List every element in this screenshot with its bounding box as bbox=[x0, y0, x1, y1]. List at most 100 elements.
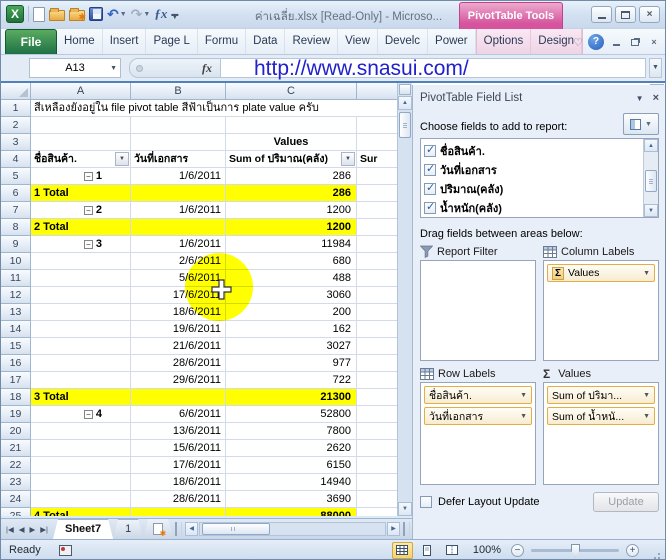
date-cell[interactable]: 18/6/2011 bbox=[131, 304, 226, 321]
row-header[interactable]: 21 bbox=[1, 440, 31, 457]
row-header[interactable]: 20 bbox=[1, 423, 31, 440]
next-sheet-icon[interactable]: ▶ bbox=[28, 523, 38, 536]
field-pill[interactable]: ชื่อสินค้า.▼ bbox=[424, 386, 532, 404]
restore-button[interactable] bbox=[615, 6, 636, 23]
row-header[interactable]: 11 bbox=[1, 270, 31, 287]
cell[interactable] bbox=[357, 253, 397, 270]
pivot-header-date[interactable]: วันที่เอกสาร▼ bbox=[131, 151, 226, 168]
date-cell[interactable]: 1/6/2011 bbox=[131, 236, 226, 253]
qty-cell[interactable]: 722 bbox=[226, 372, 357, 389]
qty-cell[interactable]: 1200 bbox=[226, 202, 357, 219]
customize-qat-icon[interactable]: ▬▼ bbox=[171, 10, 178, 19]
row-header[interactable]: 4 bbox=[1, 151, 31, 168]
close-button[interactable]: × bbox=[639, 6, 660, 23]
date-cell[interactable]: 28/6/2011 bbox=[131, 355, 226, 372]
item-cell[interactable]: − bbox=[31, 253, 131, 270]
cell[interactable] bbox=[357, 219, 397, 236]
qty-cell[interactable]: 52800 bbox=[226, 406, 357, 423]
column-header-c[interactable]: C bbox=[226, 83, 357, 100]
qty-cell[interactable]: 680 bbox=[226, 253, 357, 270]
qty-cell[interactable]: 7800 bbox=[226, 423, 357, 440]
date-cell[interactable]: 19/6/2011 bbox=[131, 321, 226, 338]
date-cell[interactable]: 21/6/2011 bbox=[131, 338, 226, 355]
split-handle[interactable] bbox=[399, 84, 411, 95]
undo-icon[interactable]: ↶▼ bbox=[107, 5, 127, 23]
ribbon-tab[interactable]: Data bbox=[246, 29, 285, 54]
row-header[interactable]: 17 bbox=[1, 372, 31, 389]
pane-menu-icon[interactable]: ▼ bbox=[636, 94, 644, 103]
cell[interactable] bbox=[357, 423, 397, 440]
qty-cell[interactable]: 200 bbox=[226, 304, 357, 321]
row-header[interactable]: 25 bbox=[1, 508, 31, 516]
tab-splitter[interactable] bbox=[403, 522, 410, 536]
row-header[interactable]: 5 bbox=[1, 168, 31, 185]
expand-formula-bar-icon[interactable]: ▼ bbox=[649, 58, 662, 78]
cell[interactable] bbox=[357, 355, 397, 372]
scroll-down-icon[interactable]: ▼ bbox=[398, 502, 412, 516]
row-header[interactable]: 18 bbox=[1, 389, 31, 406]
pivot-header-sum-qty[interactable]: Sum of ปริมาณ(คลัง)▼ bbox=[226, 151, 357, 168]
field-item[interactable]: วันที่เอกสาร bbox=[424, 160, 643, 179]
item-cell[interactable]: − bbox=[31, 321, 131, 338]
sheet-tab[interactable]: 1 bbox=[113, 519, 143, 539]
item-cell[interactable]: −1 bbox=[31, 168, 131, 185]
column-header-a[interactable]: A bbox=[31, 83, 131, 100]
pivot-header-product[interactable]: ชื่อสินค้า.▼ bbox=[31, 151, 131, 168]
date-cell[interactable]: 1/6/2011 bbox=[131, 202, 226, 219]
item-cell[interactable]: −3 bbox=[31, 236, 131, 253]
favorite-heart-icon[interactable]: ♡ bbox=[573, 36, 583, 49]
save-icon[interactable] bbox=[89, 5, 103, 23]
scroll-down-icon[interactable]: ▼ bbox=[644, 204, 658, 217]
field-list-layout-button[interactable]: ▼ bbox=[623, 113, 659, 135]
qty-cell[interactable]: 14940 bbox=[226, 474, 357, 491]
date-cell[interactable]: 15/6/2011 bbox=[131, 440, 226, 457]
open-folder-image-icon[interactable]: ✱ bbox=[69, 5, 85, 23]
row-header[interactable]: 15 bbox=[1, 338, 31, 355]
record-macro-button[interactable] bbox=[55, 542, 77, 558]
row-header[interactable]: 14 bbox=[1, 321, 31, 338]
zoom-slider-thumb[interactable] bbox=[571, 544, 580, 557]
workbook-close-icon[interactable]: × bbox=[647, 36, 661, 49]
date-cell[interactable] bbox=[131, 219, 226, 236]
column-header-b[interactable]: B bbox=[131, 83, 226, 100]
cell[interactable] bbox=[357, 134, 397, 151]
cell[interactable] bbox=[357, 270, 397, 287]
scroll-right-icon[interactable]: ▶ bbox=[387, 522, 400, 536]
field-pill[interactable]: Sum of น้ำหนั...▼ bbox=[547, 407, 655, 425]
row-header[interactable]: 19 bbox=[1, 406, 31, 423]
pill-dropdown-icon[interactable]: ▼ bbox=[640, 392, 650, 399]
horizontal-scrollbar[interactable] bbox=[199, 522, 386, 536]
field-item[interactable]: ปริมาณ(คลัง) bbox=[424, 179, 643, 198]
open-folder-icon[interactable] bbox=[49, 5, 65, 23]
field-checkbox[interactable] bbox=[424, 202, 436, 214]
item-cell[interactable]: − bbox=[31, 423, 131, 440]
insert-worksheet-tab[interactable] bbox=[143, 519, 173, 539]
row-header[interactable]: 7 bbox=[1, 202, 31, 219]
ribbon-tab[interactable]: Page L bbox=[146, 29, 197, 54]
field-list-scrollbar[interactable]: ▲ ▼ bbox=[643, 139, 658, 217]
qty-cell[interactable]: 1200 bbox=[226, 219, 357, 236]
scrollbar-track[interactable] bbox=[644, 192, 658, 204]
note-cell[interactable]: สีเหลืองยังอยู่ใน file pivot table สีฟ้า… bbox=[31, 100, 397, 117]
ribbon-tab[interactable]: Home bbox=[57, 29, 103, 54]
row-header[interactable]: 2 bbox=[1, 117, 31, 134]
scroll-up-icon[interactable]: ▲ bbox=[398, 96, 412, 110]
date-cell[interactable]: 5/6/2011 bbox=[131, 270, 226, 287]
cell[interactable] bbox=[357, 287, 397, 304]
qty-cell[interactable]: 3027 bbox=[226, 338, 357, 355]
field-item[interactable]: ชื่อสินค้า. bbox=[424, 141, 643, 160]
date-cell[interactable]: 2/6/2011 bbox=[131, 253, 226, 270]
qty-cell[interactable]: 3690 bbox=[226, 491, 357, 508]
new-workbook-icon[interactable] bbox=[33, 5, 45, 23]
scrollbar-thumb[interactable] bbox=[399, 112, 411, 138]
name-box-dropdown-icon[interactable]: ▼ bbox=[110, 65, 117, 72]
cell[interactable] bbox=[357, 406, 397, 423]
insert-function-icon[interactable]: ƒx bbox=[154, 5, 167, 23]
ribbon-tab[interactable]: Insert bbox=[103, 29, 147, 54]
item-cell[interactable]: − bbox=[31, 440, 131, 457]
pill-dropdown-icon[interactable]: ▼ bbox=[640, 270, 650, 277]
qty-cell[interactable]: 286 bbox=[226, 185, 357, 202]
help-icon[interactable]: ? bbox=[588, 34, 604, 50]
redo-icon[interactable]: ↷▼ bbox=[131, 5, 151, 23]
cell[interactable] bbox=[357, 338, 397, 355]
